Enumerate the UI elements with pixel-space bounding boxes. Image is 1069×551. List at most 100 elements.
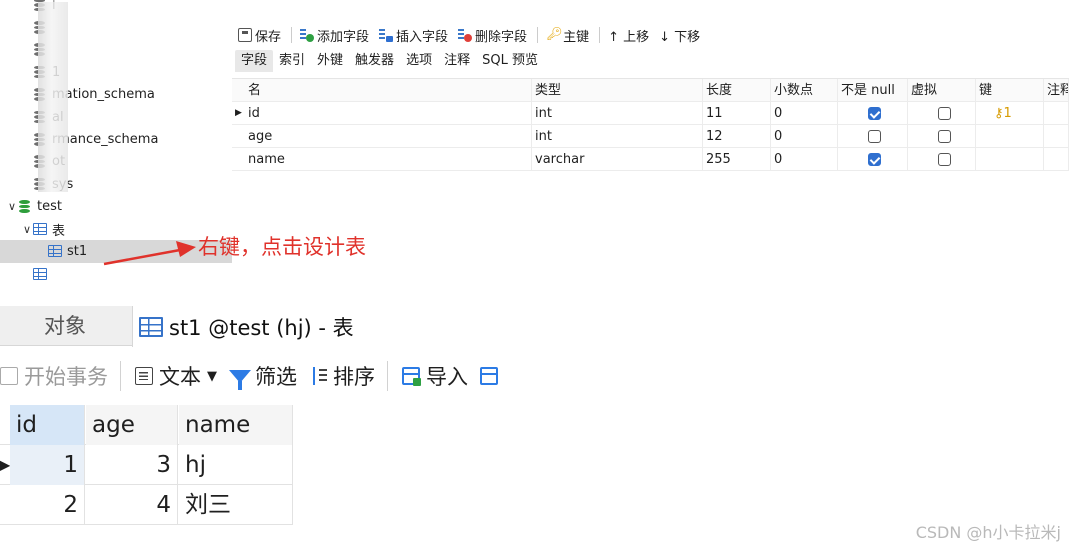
not-null-checkbox[interactable] — [868, 153, 881, 166]
designer-tabs: 字段 索引 外键 触发器 选项 注释 SQL 预览 — [232, 50, 1069, 72]
tab-objects[interactable]: 对象 — [0, 306, 130, 346]
sort-button[interactable]: 排序 — [309, 361, 375, 391]
sort-icon — [309, 367, 327, 385]
tab-fields[interactable]: 字段 — [235, 50, 274, 72]
move-up-button[interactable]: ↑ 上移 — [608, 26, 649, 45]
field-name-cell[interactable]: name — [232, 148, 532, 171]
column-header[interactable]: 键 — [976, 79, 1044, 102]
column-header[interactable]: 类型 — [532, 79, 703, 102]
field-type-cell[interactable]: int — [532, 125, 703, 148]
column-header[interactable]: 名 — [232, 79, 532, 102]
tree-item[interactable]: ot — [0, 151, 232, 173]
cell-id[interactable]: 2 — [10, 485, 85, 525]
tab-table-st1[interactable]: st1 @test (hj) - 表 — [132, 306, 612, 347]
column-header[interactable]: age — [86, 405, 178, 445]
field-decimals-cell[interactable]: 0 — [771, 148, 838, 171]
save-button[interactable]: 保存 — [238, 26, 281, 45]
begin-transaction-label: 开始事务 — [24, 365, 108, 389]
table-icon — [139, 316, 163, 337]
cell-age[interactable]: 4 — [86, 485, 178, 525]
text-button[interactable]: 文本 ▼ — [135, 361, 217, 391]
tree-item[interactable]: al — [0, 106, 232, 128]
field-key-cell[interactable] — [976, 148, 1044, 171]
toolbar-separator — [291, 27, 293, 43]
tree-item-label: 表 — [52, 223, 66, 239]
begin-transaction-button[interactable]: 开始事务 — [0, 361, 108, 391]
fields-grid: 名类型长度小数点不是 null虚拟键注释▶idint110⚷1ageint120… — [232, 78, 1069, 171]
tab-sql-preview[interactable]: SQL 预览 — [476, 50, 544, 72]
add-field-icon — [300, 28, 315, 42]
field-comment-cell[interactable] — [1044, 125, 1069, 148]
field-type-cell[interactable]: varchar — [532, 148, 703, 171]
field-key-cell[interactable]: ⚷1 — [976, 102, 1044, 125]
filter-button[interactable]: 筛选 — [229, 361, 297, 391]
watermark: CSDN @h小卡拉米j — [915, 523, 1061, 542]
column-header[interactable]: name — [179, 405, 293, 445]
column-header[interactable]: 不是 null — [838, 79, 908, 102]
field-comment-cell[interactable] — [1044, 148, 1069, 171]
tree-item[interactable] — [0, 39, 232, 61]
field-not-null-cell — [838, 102, 908, 125]
field-row[interactable]: ▶ id int 11 0 ⚷1 — [232, 102, 1069, 125]
field-name-cell[interactable]: id — [232, 102, 532, 125]
primary-key-button[interactable]: 🔑︎ 主键 — [546, 26, 589, 45]
tree-item[interactable]: i — [0, 0, 232, 16]
cell-name[interactable]: hj — [179, 445, 293, 485]
field-decimals-cell[interactable]: 0 — [771, 125, 838, 148]
field-key-cell[interactable] — [976, 125, 1044, 148]
add-field-label: 添加字段 — [317, 29, 370, 45]
save-icon — [238, 28, 252, 42]
tab-foreign-keys[interactable]: 外键 — [311, 50, 349, 72]
add-field-button[interactable]: 添加字段 — [300, 26, 369, 45]
field-not-null-cell — [838, 148, 908, 171]
tab-triggers[interactable]: 触发器 — [349, 50, 400, 72]
tab-comments[interactable]: 注释 — [438, 50, 476, 72]
field-length-cell[interactable]: 12 — [703, 125, 771, 148]
tab-indexes[interactable]: 索引 — [273, 50, 311, 72]
tab-options[interactable]: 选项 — [400, 50, 438, 72]
tree-item[interactable]: 1 — [0, 61, 232, 83]
cell-age[interactable]: 3 — [86, 445, 178, 485]
tree-item[interactable]: ∨ test — [0, 196, 232, 218]
import-label: 导入 — [426, 365, 468, 389]
field-name-cell[interactable]: age — [232, 125, 532, 148]
field-comment-cell[interactable] — [1044, 102, 1069, 125]
not-null-checkbox[interactable] — [868, 130, 881, 143]
import-button[interactable]: 导入 — [402, 361, 468, 391]
not-null-checkbox[interactable] — [868, 107, 881, 120]
tree-item[interactable] — [0, 16, 232, 38]
column-header[interactable]: 长度 — [703, 79, 771, 102]
column-header[interactable]: 注释 — [1044, 79, 1069, 102]
chevron-down-icon[interactable]: ∨ — [21, 223, 33, 236]
insert-field-icon — [379, 28, 394, 42]
field-row[interactable]: name varchar 255 0 — [232, 148, 1069, 171]
table-row[interactable]: 2 4 刘三 — [0, 485, 293, 525]
virtual-checkbox[interactable] — [938, 130, 951, 143]
chevron-down-icon[interactable]: ∨ — [6, 200, 18, 213]
insert-field-button[interactable]: 插入字段 — [379, 26, 448, 45]
column-header[interactable]: 小数点 — [771, 79, 838, 102]
annotation-arrow — [103, 241, 196, 266]
cell-name[interactable]: 刘三 — [179, 485, 293, 525]
table-row[interactable]: ▶ 1 3 hj — [0, 445, 293, 485]
field-row[interactable]: age int 12 0 — [232, 125, 1069, 148]
delete-field-button[interactable]: 删除字段 — [458, 26, 527, 45]
virtual-checkbox[interactable] — [938, 153, 951, 166]
toolbar-separator — [120, 361, 121, 391]
column-header[interactable]: 虚拟 — [908, 79, 976, 102]
virtual-checkbox[interactable] — [938, 107, 951, 120]
field-length-cell[interactable]: 11 — [703, 102, 771, 125]
tree-item[interactable]: rmance_schema — [0, 128, 232, 150]
tab-table-label: st1 @test (hj) - 表 — [169, 315, 354, 340]
column-header[interactable]: id — [10, 405, 85, 445]
move-down-button[interactable]: ↓ 下移 — [659, 26, 700, 45]
tree-item[interactable]: sys — [0, 173, 232, 195]
export-button[interactable] — [480, 367, 504, 385]
tree-item[interactable]: mation_schema — [0, 84, 232, 106]
field-type-cell[interactable]: int — [532, 102, 703, 125]
cell-id[interactable]: 1 — [10, 445, 85, 485]
field-length-cell[interactable]: 255 — [703, 148, 771, 171]
field-decimals-cell[interactable]: 0 — [771, 102, 838, 125]
data-header-row: id age name — [0, 405, 293, 445]
field-not-null-cell — [838, 125, 908, 148]
